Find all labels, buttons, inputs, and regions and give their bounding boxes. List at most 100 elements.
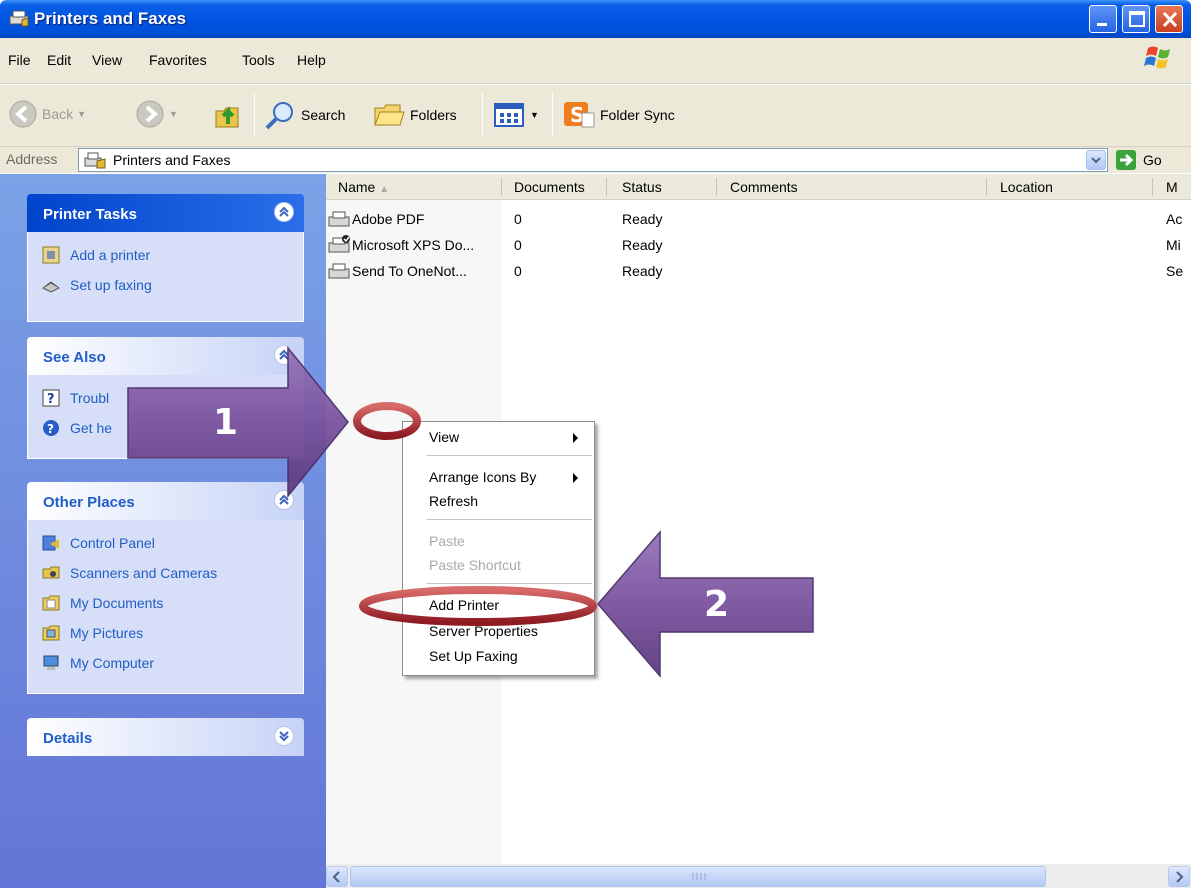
sort-ascending-icon: ▲ [379, 184, 390, 195]
folders-button[interactable]: Folders [372, 99, 457, 131]
back-dropdown-icon[interactable]: ▼ [77, 109, 86, 119]
my-pictures-label: My Pictures [70, 625, 144, 641]
menu-tools[interactable]: Tools [242, 52, 275, 68]
scanners-cameras-link[interactable]: Scanners and Cameras [42, 564, 217, 582]
folders-icon [374, 104, 405, 126]
go-button[interactable]: Go [1115, 149, 1162, 171]
help-file-icon: ? [42, 389, 60, 407]
column-divider[interactable] [606, 178, 607, 196]
svg-text:?: ? [47, 392, 55, 407]
get-help-label: Get he [70, 420, 113, 436]
printer-name: Adobe PDF [352, 211, 425, 227]
set-up-faxing-task[interactable]: Set up faxing [42, 276, 152, 294]
table-row[interactable]: Microsoft XPS Do... 0 Ready Mi [326, 232, 1191, 258]
help-icon: ? [43, 420, 59, 436]
close-icon [1162, 11, 1178, 28]
scroll-left-button[interactable] [326, 866, 348, 887]
menu-separator [427, 455, 592, 456]
details-panel: Details [27, 718, 304, 756]
details-header[interactable]: Details [27, 718, 304, 756]
control-panel-icon [42, 535, 59, 551]
my-documents-link[interactable]: My Documents [42, 594, 163, 612]
address-dropdown-button[interactable] [1086, 150, 1106, 170]
menu-item-set-up-faxing[interactable]: Set Up Faxing [429, 648, 518, 664]
column-status[interactable]: Status [622, 179, 662, 195]
my-computer-link[interactable]: My Computer [42, 654, 154, 672]
menu-edit[interactable]: Edit [47, 52, 71, 68]
chevron-down-icon [1091, 157, 1101, 164]
menu-item-arrange-icons[interactable]: Arrange Icons By [429, 469, 536, 485]
submenu-arrow-icon [573, 473, 578, 483]
horizontal-scrollbar[interactable] [326, 864, 1191, 888]
column-comments[interactable]: Comments [730, 179, 798, 195]
table-row[interactable]: Send To OneNot... 0 Ready Se [326, 258, 1191, 284]
toolbar-separator [552, 93, 553, 137]
minimize-button[interactable] [1089, 5, 1117, 33]
printer-model: Ac [1166, 211, 1183, 227]
back-label: Back [42, 106, 74, 122]
views-dropdown-icon: ▼ [530, 110, 539, 120]
my-documents-label: My Documents [70, 595, 164, 611]
menu-item-add-printer[interactable]: Add Printer [429, 597, 499, 613]
column-divider[interactable] [716, 178, 717, 196]
add-printer-label: Add a printer [70, 247, 151, 263]
views-button[interactable]: ▼ [492, 99, 539, 131]
see-also-header[interactable]: See Also [27, 337, 304, 375]
address-label: Address [6, 151, 58, 167]
menu-favorites[interactable]: Favorites [149, 52, 207, 68]
up-folder-icon[interactable] [212, 99, 244, 131]
menu-item-server-properties[interactable]: Server Properties [429, 623, 538, 639]
column-location[interactable]: Location [1000, 179, 1053, 195]
column-divider[interactable] [501, 178, 502, 196]
table-row[interactable]: Adobe PDF 0 Ready Ac [326, 206, 1191, 232]
printer-tasks-header[interactable]: Printer Tasks [27, 194, 304, 232]
column-documents[interactable]: Documents [514, 179, 585, 195]
my-pictures-link[interactable]: My Pictures [42, 624, 143, 642]
column-divider[interactable] [1152, 178, 1153, 196]
menu-view[interactable]: View [92, 52, 122, 68]
control-panel-link[interactable]: Control Panel [42, 534, 155, 552]
back-arrow-icon [9, 100, 37, 128]
menu-help[interactable]: Help [297, 52, 326, 68]
printer-model: Mi [1166, 237, 1181, 253]
collapse-icon[interactable] [274, 345, 294, 365]
get-help-task[interactable]: ? Get he [42, 419, 112, 437]
menu-item-refresh[interactable]: Refresh [429, 493, 478, 509]
column-name[interactable]: Name ▲ [338, 179, 389, 195]
collapse-icon[interactable] [274, 202, 294, 222]
expand-icon[interactable] [274, 726, 294, 746]
folder-sync-button[interactable]: S Folder Sync [562, 99, 675, 131]
views-icon [494, 103, 524, 127]
grip-icon [692, 873, 706, 880]
toolbar-separator [482, 93, 483, 137]
context-menu: View Arrange Icons By Refresh Paste Past… [402, 421, 595, 676]
folder-sync-icon: S [564, 102, 595, 128]
list-header: Name ▲ Documents Status Comments Locatio… [326, 174, 1191, 200]
collapse-icon[interactable] [274, 490, 294, 510]
troubleshoot-task[interactable]: ? Troubl [42, 389, 109, 407]
printer-status: Ready [622, 211, 663, 227]
column-divider[interactable] [986, 178, 987, 196]
add-printer-task[interactable]: Add a printer [42, 246, 150, 264]
folders-label: Folders [410, 107, 457, 123]
scroll-right-button[interactable] [1168, 866, 1190, 887]
forward-dropdown-icon[interactable]: ▼ [169, 109, 178, 119]
other-places-title: Other Places [43, 494, 135, 511]
forward-button[interactable]: ▼ [135, 99, 178, 129]
other-places-header[interactable]: Other Places [27, 482, 304, 520]
scroll-thumb[interactable] [350, 866, 1046, 887]
back-button[interactable]: Back ▼ [8, 99, 86, 129]
maximize-button[interactable] [1122, 5, 1150, 33]
search-button[interactable]: Search [263, 99, 345, 131]
troubleshoot-label: Troubl [70, 390, 110, 406]
address-input[interactable]: Printers and Faxes [78, 148, 1108, 172]
menu-file[interactable]: File [8, 52, 31, 68]
close-button[interactable] [1155, 5, 1183, 33]
title-bar: Printers and Faxes [0, 0, 1191, 38]
scanner-camera-icon [42, 566, 60, 579]
details-title: Details [43, 730, 93, 747]
column-model[interactable]: M [1166, 179, 1178, 195]
chevron-right-icon [1176, 871, 1184, 883]
menu-item-view[interactable]: View [429, 429, 459, 445]
my-computer-icon [43, 655, 59, 670]
